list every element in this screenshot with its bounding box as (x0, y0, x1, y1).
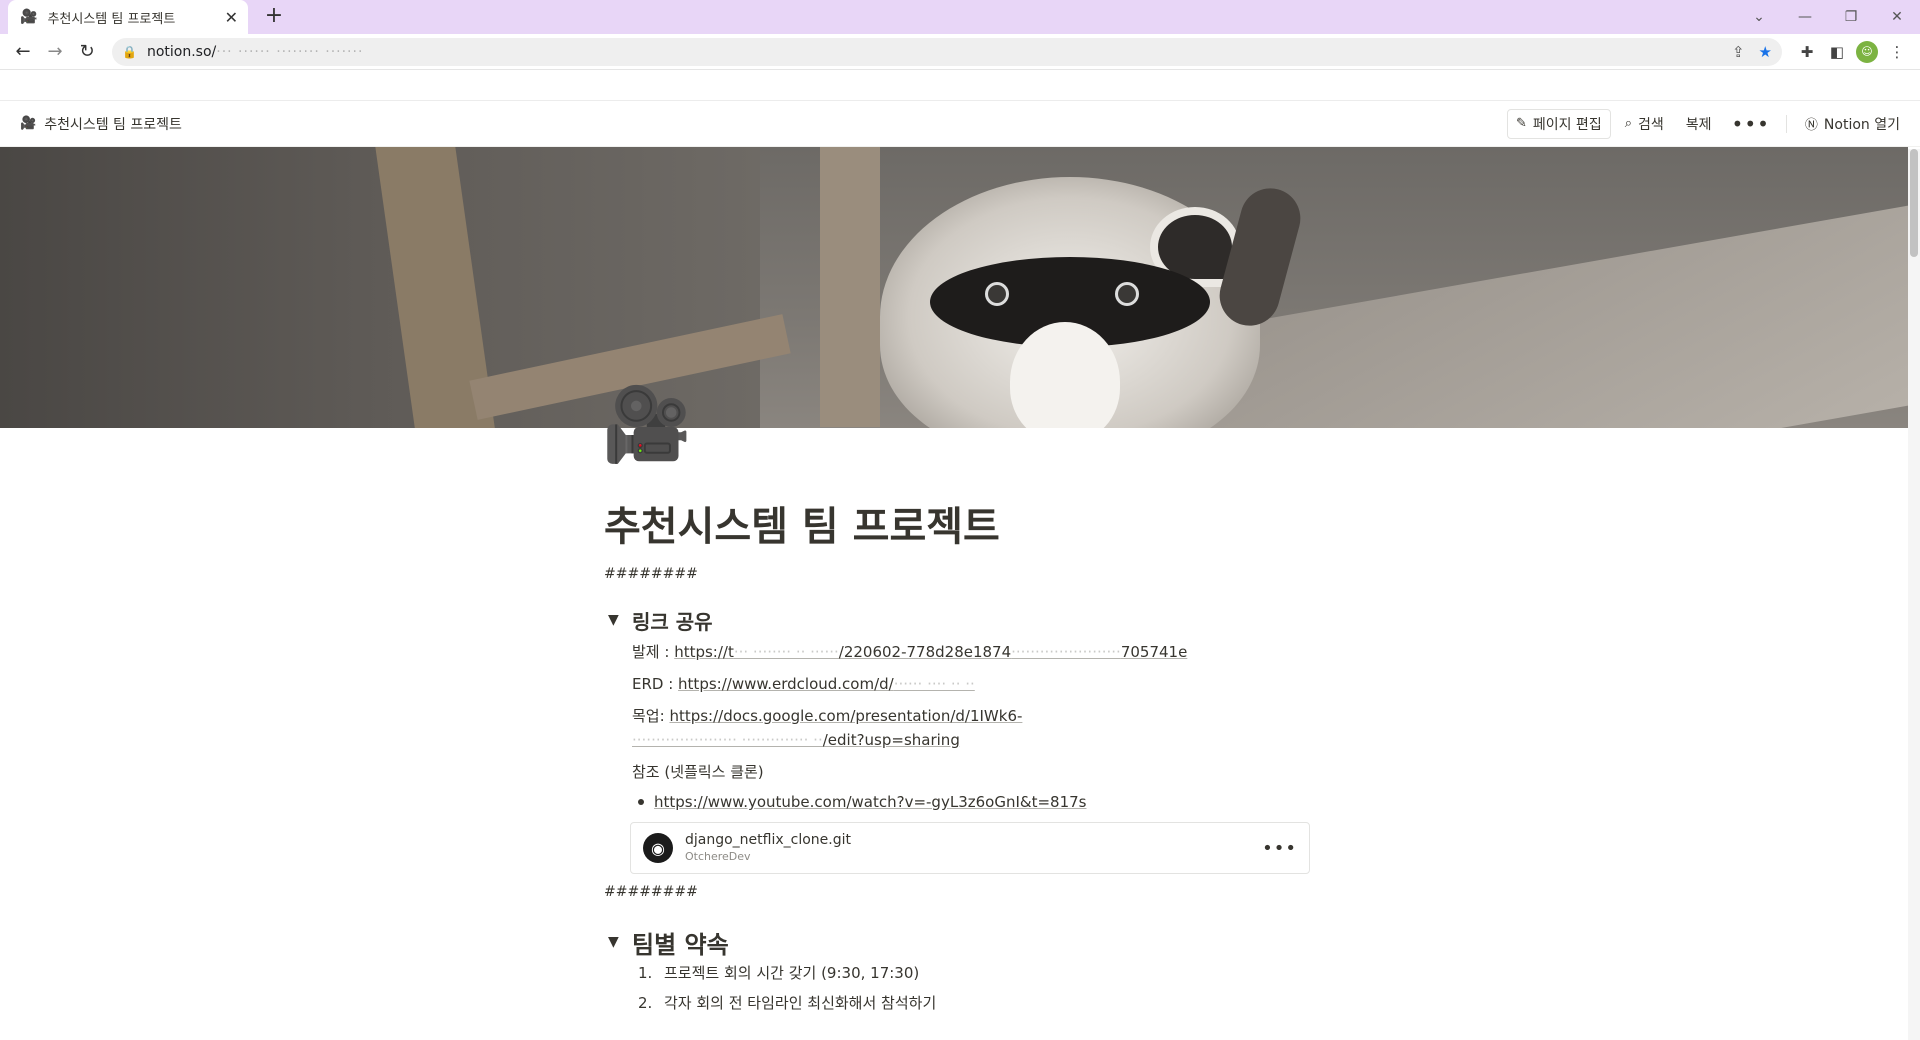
close-tab-icon[interactable]: ✕ (225, 8, 238, 27)
browser-content-top (0, 70, 1920, 101)
heading-text: 팀별 약속 (632, 930, 729, 959)
more-options-icon[interactable]: ••• (1726, 109, 1776, 139)
divider-text: ######## (604, 566, 698, 582)
toggle-triangle-icon[interactable]: ▼ (608, 612, 622, 628)
search-icon: ⌕ (1624, 116, 1632, 131)
list-item: 1. 프로젝트 회의 시간 갖기 (9:30, 17:30) (638, 958, 1920, 988)
divider-text: ######## (604, 884, 698, 900)
notion-logo-icon: Ⓝ (1804, 118, 1818, 133)
label: ERD : (632, 675, 679, 693)
list-number: 1. (638, 964, 653, 982)
new-tab-button[interactable]: + (262, 5, 286, 29)
reference-label: 참조 (넷플릭스 클론) (632, 763, 764, 781)
url-text[interactable]: notion.so/··· ······ ········ ······· (147, 44, 1718, 60)
bullet-dot (638, 799, 644, 805)
bookmark-title: django_netflix_clone.git (685, 832, 852, 848)
list-item: https://www.youtube.com/watch?v=-gyL3z6o… (638, 788, 1920, 816)
label: 발제 : (632, 643, 675, 661)
youtube-link[interactable]: https://www.youtube.com/watch?v=-gyL3z6o… (654, 790, 1086, 814)
back-button[interactable]: ← (8, 37, 38, 67)
camera-icon: 🎥 (602, 382, 692, 466)
search-label: 검색 (1637, 116, 1664, 133)
address-bar[interactable]: 🔒 notion.so/··· ······ ········ ······· … (112, 37, 1782, 66)
search-button[interactable]: ⌕ 검색 (1617, 109, 1672, 139)
topbar-actions: ✎ 페이지 편집 ⌕ 검색 복제 ••• Ⓝ Notion 열기 (1506, 108, 1908, 139)
toggle-triangle-icon[interactable]: ▼ (608, 934, 622, 950)
toggle-heading-links[interactable]: ▼ 링크 공유 (608, 604, 1920, 636)
bookmark-meta: django_netflix_clone.git OtchereDev (685, 831, 1262, 865)
side-panel-icon[interactable]: ◧ (1822, 37, 1852, 67)
close-window-button[interactable]: ✕ (1874, 0, 1920, 34)
edit-page-label: 페이지 편집 (1532, 116, 1602, 133)
cover-board (820, 147, 880, 427)
open-in-notion-label: Notion 열기 (1823, 116, 1900, 133)
promises-list: 1. 프로젝트 회의 시간 갖기 (9:30, 17:30) 2. 각자 회의 … (638, 958, 1920, 1018)
profile-avatar[interactable]: ☺ (1852, 37, 1882, 67)
github-bookmark[interactable]: ◉ django_netflix_clone.git OtchereDev ••… (630, 822, 1310, 874)
camera-icon: 🎥 (20, 116, 37, 131)
list-number: 2. (638, 994, 653, 1012)
presentation-line: 발제 : https://t··· ········ ·· ······/220… (632, 636, 1920, 668)
share-icon[interactable]: ⇪ (1732, 43, 1745, 61)
reload-button[interactable]: ↻ (72, 37, 102, 67)
browser-menu-icon[interactable]: ⋮ (1882, 37, 1912, 67)
breadcrumb[interactable]: 🎥 추천시스템 팀 프로젝트 (20, 114, 182, 134)
page-cover-image (0, 147, 1908, 428)
browser-tab-bar: 🎥 추천시스템 팀 프로젝트 ✕ + ⌄ — ❐ ✕ (0, 0, 1920, 34)
divider (1785, 114, 1787, 133)
erd-line: ERD : https://www.erdcloud.com/d/······ … (632, 668, 1920, 700)
list-item: 2. 각자 회의 전 타임라인 최신화해서 참석하기 (638, 988, 1920, 1018)
pencil-icon: ✎ (1515, 116, 1527, 131)
cover-floor (1200, 203, 1908, 428)
github-icon: ◉ (643, 833, 673, 863)
tab-search-icon[interactable]: ⌄ (1736, 0, 1782, 34)
duplicate-button[interactable]: 복제 (1678, 109, 1720, 139)
mockup-link[interactable]: https://docs.google.com/presentation/d/1… (632, 707, 1022, 749)
notion-topbar: 🎥 추천시스템 팀 프로젝트 ✎ 페이지 편집 ⌕ 검색 복제 ••• Ⓝ No… (0, 101, 1920, 147)
page-title: 추천시스템 팀 프로젝트 (604, 504, 1000, 550)
more-options-icon[interactable]: ••• (1262, 838, 1297, 859)
open-in-notion-button[interactable]: Ⓝ Notion 열기 (1797, 109, 1908, 139)
browser-tab[interactable]: 🎥 추천시스템 팀 프로젝트 ✕ (8, 0, 248, 34)
bookmark-star-icon[interactable]: ★ (1759, 43, 1772, 61)
tab-title: 추천시스템 팀 프로젝트 (47, 11, 176, 27)
bookmark-subtitle: OtchereDev (685, 850, 751, 863)
heading-text: 링크 공유 (632, 609, 713, 634)
minimize-button[interactable]: — (1782, 0, 1828, 34)
forward-button[interactable]: → (40, 37, 70, 67)
erd-link[interactable]: https://www.erdcloud.com/d/······ ···· ·… (678, 675, 975, 693)
browser-toolbar: ← → ↻ 🔒 notion.so/··· ······ ········ ··… (0, 34, 1920, 70)
toggle-heading-promises[interactable]: ▼ 팀별 약속 (608, 926, 1920, 959)
list-text: 각자 회의 전 타임라인 최신화해서 참석하기 (664, 994, 937, 1012)
extensions-icon[interactable]: ✚ (1792, 37, 1822, 67)
list-text: 프로젝트 회의 시간 갖기 (9:30, 17:30) (664, 964, 920, 982)
lock-icon[interactable]: 🔒 (122, 45, 137, 59)
duplicate-label: 복제 (1685, 116, 1712, 133)
scrollbar-thumb[interactable] (1910, 149, 1918, 257)
window-controls: ⌄ — ❐ ✕ (1736, 0, 1920, 34)
raccoon-eye (985, 282, 1009, 306)
label: 목업: (632, 707, 670, 725)
presentation-link[interactable]: https://t··· ········ ·· ······/220602-7… (674, 643, 1187, 661)
camera-icon: 🎥 (20, 9, 38, 25)
breadcrumb-title: 추천시스템 팀 프로젝트 (44, 116, 182, 133)
restore-button[interactable]: ❐ (1828, 0, 1874, 34)
mockup-line: 목업: https://docs.google.com/presentation… (632, 700, 1920, 756)
raccoon-eye (1115, 282, 1139, 306)
edit-page-button[interactable]: ✎ 페이지 편집 (1506, 108, 1611, 139)
page-body: 🎥 추천시스템 팀 프로젝트 ######## ▼ 링크 공유 발제 : htt… (0, 388, 1920, 1018)
